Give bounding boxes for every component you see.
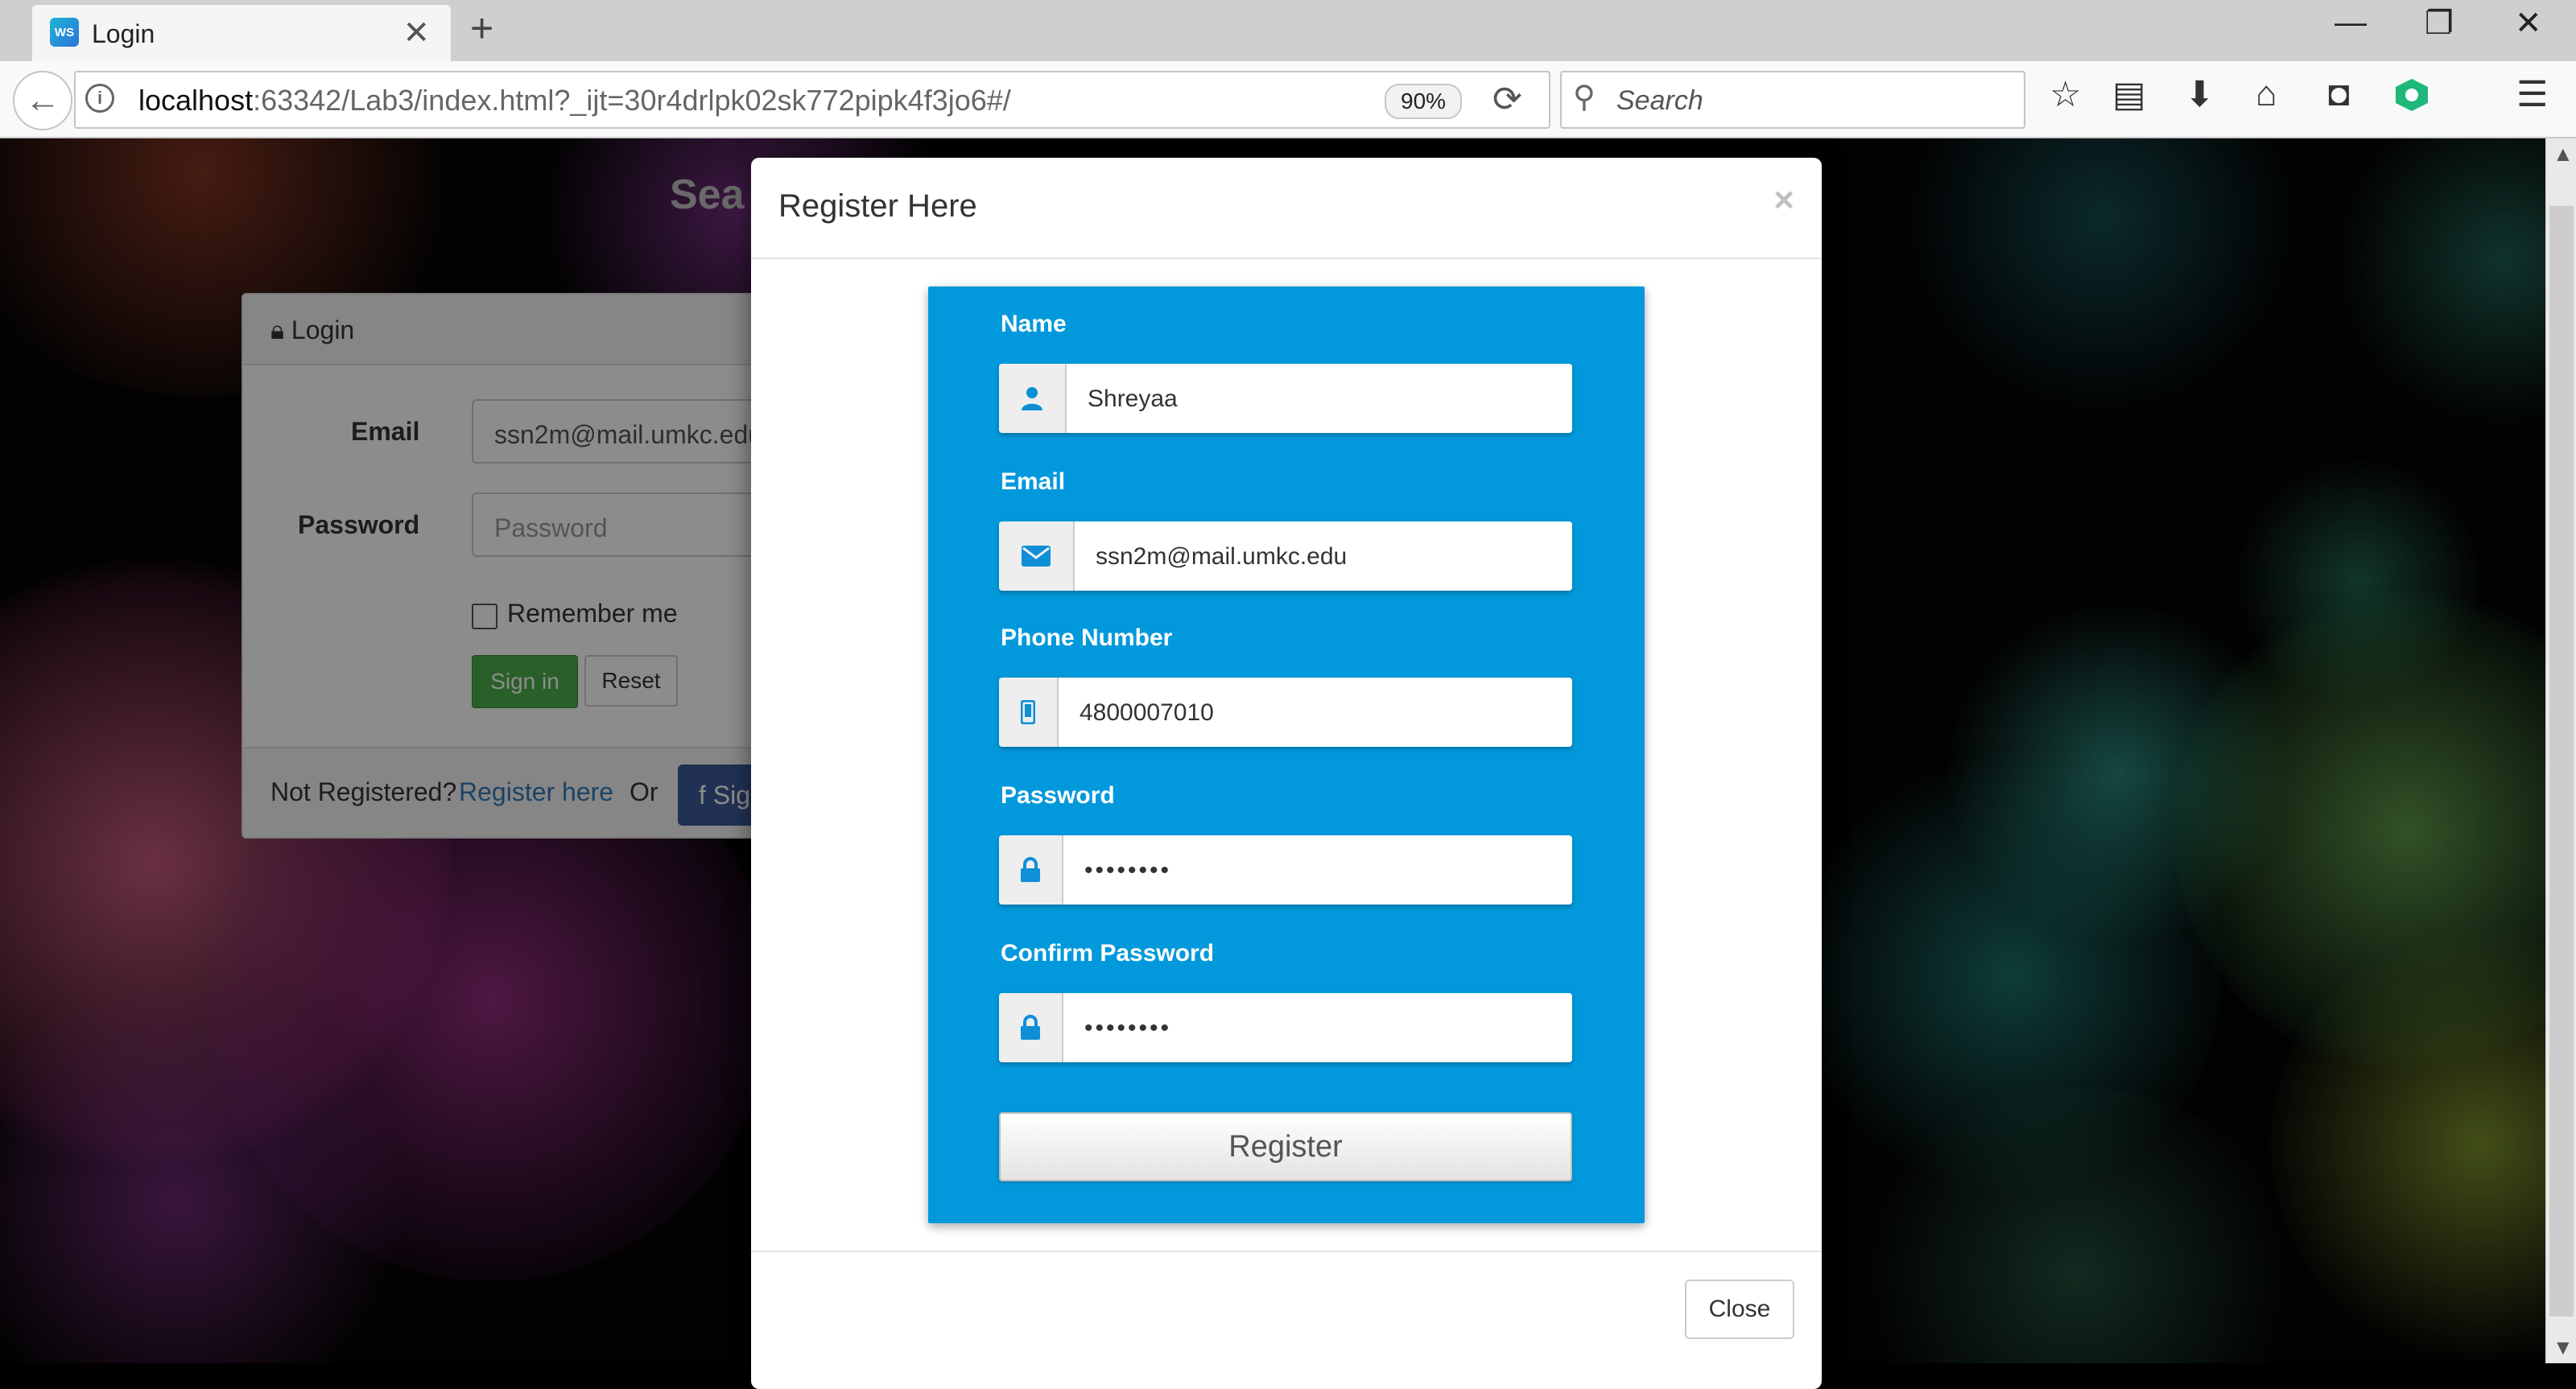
restore-icon[interactable]: ❐ — [2425, 5, 2454, 42]
modal-close-icon[interactable]: × — [1773, 180, 1794, 221]
confirm-password-label: Confirm Password — [1001, 940, 1215, 967]
page-scrollbar[interactable]: ▲ ▼ — [2545, 138, 2576, 1363]
menu-icon[interactable]: ☰ — [2516, 74, 2548, 115]
back-arrow-icon[interactable]: ← — [13, 71, 72, 130]
scroll-down-icon[interactable]: ▼ — [2553, 1335, 2574, 1360]
mobile-icon — [999, 678, 1059, 747]
register-form: Name Email Phone Number Password — [928, 286, 1645, 1223]
name-input-group — [999, 364, 1572, 433]
zoom-level-badge[interactable]: 90% — [1385, 84, 1463, 119]
modal-footer-divider — [751, 1251, 1822, 1252]
register-button[interactable]: Register — [999, 1112, 1572, 1181]
close-button[interactable]: Close — [1685, 1280, 1794, 1339]
window-close-icon[interactable]: ✕ — [2515, 5, 2542, 42]
extension-hex-icon[interactable] — [2396, 79, 2428, 111]
email-field[interactable] — [1094, 539, 1564, 575]
address-bar[interactable]: i localhost:63342/Lab3/index.html?_ijt=3… — [74, 71, 1550, 129]
confirm-password-field[interactable] — [1083, 1011, 1553, 1046]
password-field[interactable] — [1083, 853, 1553, 888]
reading-list-icon[interactable]: ▤ — [2112, 74, 2146, 115]
search-input[interactable] — [1615, 82, 2004, 119]
register-modal: Register Here × Name Email Phone Number — [751, 158, 1822, 1389]
scrollbar-thumb[interactable] — [2549, 206, 2574, 1317]
star-icon[interactable]: ☆ — [2050, 74, 2081, 115]
navigation-bar: ← i localhost:63342/Lab3/index.html?_ijt… — [0, 61, 2576, 138]
phone-input-group — [999, 678, 1572, 747]
webstorm-favicon-icon: WS — [50, 18, 79, 47]
password-input-group — [999, 835, 1572, 905]
envelope-icon — [999, 521, 1075, 591]
email-input-group — [999, 521, 1572, 591]
pocket-icon[interactable]: ◘ — [2328, 74, 2350, 114]
search-box[interactable]: ⚲ — [1560, 71, 2025, 129]
email-label: Email — [1001, 468, 1066, 495]
user-icon — [999, 364, 1067, 433]
phone-field[interactable] — [1078, 695, 1548, 731]
search-icon: ⚲ — [1573, 80, 1596, 114]
modal-title: Register Here — [778, 188, 977, 224]
lock-icon — [999, 835, 1063, 905]
phone-label: Phone Number — [1001, 624, 1173, 651]
tab-strip: WS Login ✕ + — ❐ ✕ — [0, 0, 2576, 61]
password-label: Password — [1001, 782, 1115, 809]
tab-close-icon[interactable]: ✕ — [402, 14, 430, 52]
lock-icon — [999, 993, 1063, 1062]
reload-icon[interactable]: ⟳ — [1492, 79, 1522, 120]
download-icon[interactable]: ⬇ — [2185, 74, 2215, 115]
info-icon[interactable]: i — [85, 84, 114, 113]
scroll-up-icon[interactable]: ▲ — [2553, 142, 2574, 167]
name-label: Name — [1001, 311, 1067, 337]
url-text[interactable]: localhost:63342/Lab3/index.html?_ijt=30r… — [138, 84, 1011, 117]
home-icon[interactable]: ⌂ — [2256, 74, 2277, 114]
tab-title: Login — [92, 19, 155, 48]
modal-header: Register Here × — [751, 158, 1822, 259]
browser-tab[interactable]: WS Login ✕ — [32, 5, 451, 61]
name-field[interactable] — [1086, 381, 1556, 417]
minimize-icon[interactable]: — — [2334, 5, 2367, 41]
confirm-password-input-group — [999, 993, 1572, 1062]
new-tab-icon[interactable]: + — [470, 5, 493, 52]
